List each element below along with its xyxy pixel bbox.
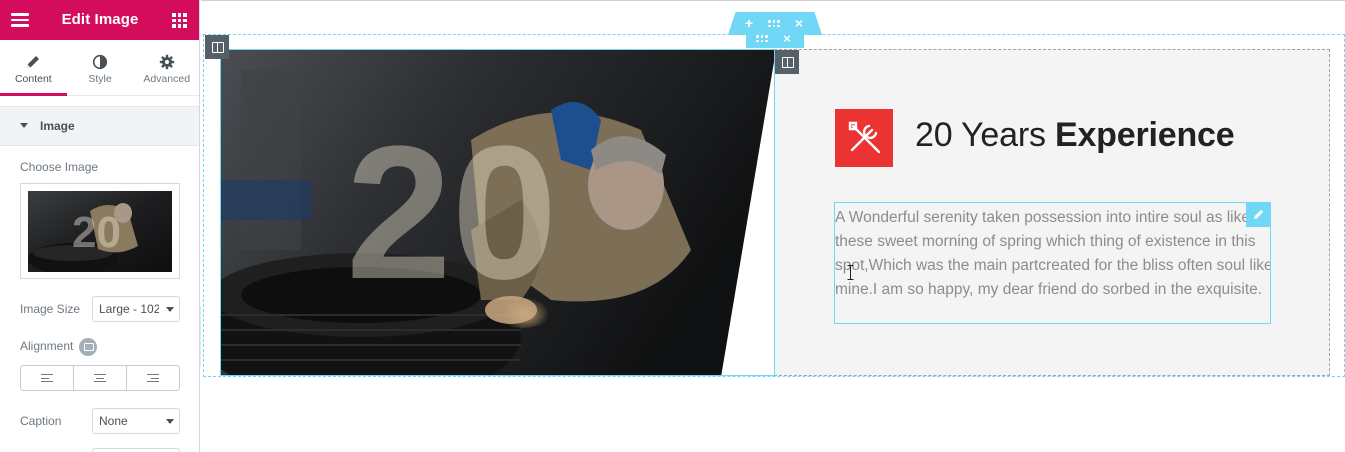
drag-section-icon[interactable] [767,16,781,30]
svg-text:20: 20 [72,208,121,257]
add-section-icon[interactable]: + [742,16,756,30]
align-left-icon [41,374,53,383]
panel-tabs: Content Style Advanced [0,40,199,96]
chevron-down-icon [166,419,174,424]
align-left-button[interactable] [21,366,73,390]
section-title: Image [40,119,75,133]
panel-body: Image Choose Image 20 Image Size Large -… [0,96,199,452]
choose-image-label: Choose Image [20,160,99,174]
pencil-icon [27,56,40,68]
right-column-handle-icon[interactable] [775,50,799,74]
delete-inner-section-icon[interactable]: × [780,32,794,46]
caption-label: Caption [20,414,62,428]
image-overlay-number: 20 [346,107,557,319]
feature-heading: 20 Years Experience [915,116,1235,155]
choose-image-button[interactable]: 20 [20,183,180,279]
align-center-icon [94,374,106,383]
caption-select[interactable]: None [92,408,180,434]
alignment-label: Alignment [20,339,74,353]
caption-value: None [99,414,128,428]
align-center-button[interactable] [73,366,126,390]
tab-advanced-label: Advanced [143,73,191,85]
inner-section-handle: × [746,31,804,48]
caret-down-icon [20,123,28,128]
text-editor-widget[interactable]: A Wonderful serenity taken possession in… [834,202,1271,324]
mechanic-image: 20 [221,50,774,375]
tab-advanced[interactable]: Advanced [133,40,199,95]
align-right-icon [147,374,159,383]
section-image-toggle[interactable]: Image [0,106,199,146]
delete-section-icon[interactable]: × [792,16,806,30]
image-size-value: Large - 1024 x 1024 [99,302,159,316]
contrast-icon [92,54,108,70]
grid-icon[interactable] [172,13,187,28]
tab-style[interactable]: Style [67,40,134,95]
image-widget[interactable]: 20 [220,49,775,376]
panel-title: Edit Image [61,11,139,28]
canvas-top-border [201,0,1345,1]
tab-content-label: Content [14,73,52,85]
align-right-button[interactable] [126,366,179,390]
alignment-choices [20,365,180,391]
heading-bold: Experience [1055,116,1235,154]
left-column-handle-icon[interactable] [205,35,229,59]
tools-icon [835,109,893,167]
editor-panel: Edit Image Content Style Advanced Image … [0,0,200,452]
drag-inner-section-icon[interactable] [755,32,769,46]
link-select[interactable] [92,448,180,452]
pencil-icon [1254,209,1264,219]
edit-widget-button[interactable] [1246,202,1271,227]
tab-content[interactable]: Content [0,40,67,96]
feature-paragraph: A Wonderful serenity taken possession in… [835,209,1271,298]
image-size-select[interactable]: Large - 1024 x 1024 [92,296,180,322]
chevron-down-icon [166,307,174,312]
tab-style-label: Style [88,73,112,85]
image-size-label: Image Size [20,302,81,316]
image-thumbnail: 20 [28,191,172,272]
responsive-mode-icon[interactable] [79,338,97,356]
panel-header: Edit Image [0,0,199,40]
text-cursor-icon [847,265,854,280]
heading-regular: 20 Years [915,116,1046,154]
gear-icon [159,54,174,70]
